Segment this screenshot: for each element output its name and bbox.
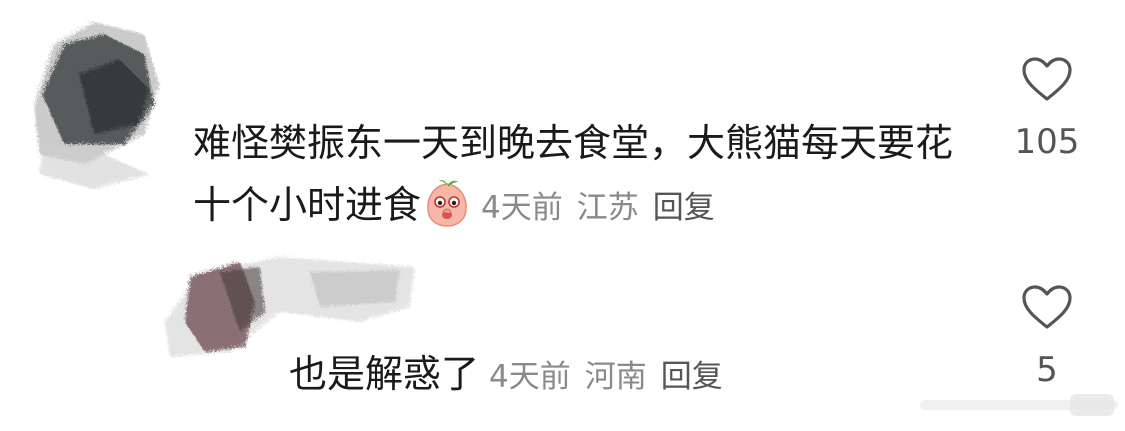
avatar-blur-image [32,20,157,187]
comment-body: 难怪樊振东一天到晚去食堂，大熊猫每天要花十个小时进食 4天前 江苏 回复 [193,112,973,239]
comment-like-area[interactable]: 105 [992,56,1102,162]
comment-location: 江苏 [576,190,639,226]
reply-button[interactable]: 回复 [661,359,723,395]
reply-avatar[interactable] [158,250,418,360]
comment-meta: 4天前 江苏 回复 [481,190,715,226]
peach-face-emoji-icon [427,180,467,227]
reply-like-area[interactable]: 5 [992,284,1102,390]
reply-body: 也是解惑了 4天前 河南 回复 [289,346,723,405]
comment-time: 4天前 [481,190,563,226]
like-count: 5 [1036,350,1058,390]
heart-outline-icon[interactable] [1021,56,1073,102]
reply-location: 河南 [584,359,647,395]
watermark-graphic [920,394,1118,416]
like-count: 105 [1014,122,1080,162]
avatar-blur-image [163,255,413,355]
reply-meta: 4天前 河南 回复 [489,359,723,395]
heart-outline-icon[interactable] [1021,284,1073,330]
watermark [920,388,1118,420]
reply-time: 4天前 [489,359,571,395]
reply-text: 也是解惑了 [289,352,480,396]
reply-button[interactable]: 回复 [653,190,715,226]
commenter-avatar[interactable] [22,12,162,192]
